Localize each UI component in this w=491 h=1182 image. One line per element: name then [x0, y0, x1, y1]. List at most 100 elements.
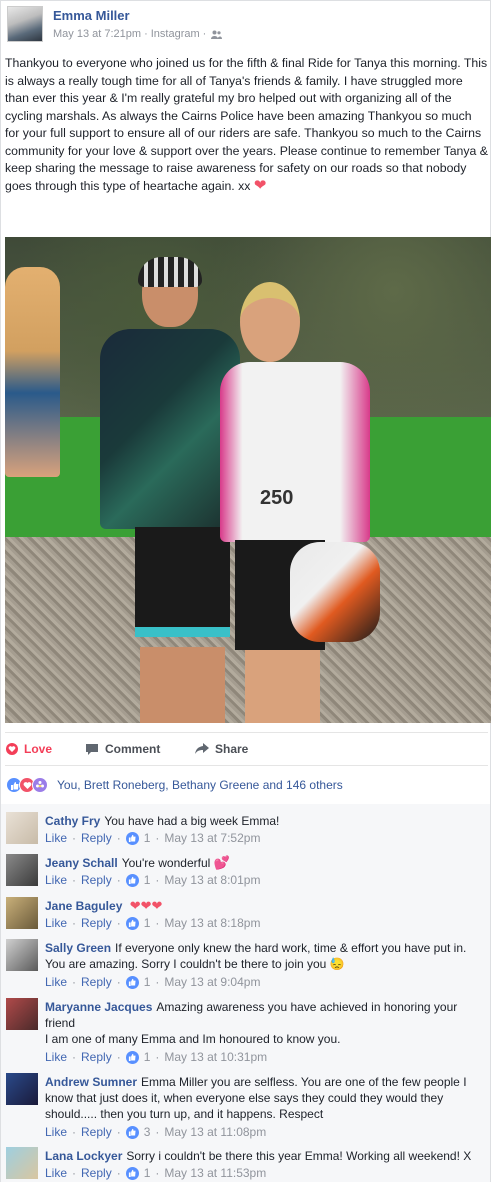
love-icon: [6, 743, 18, 755]
commenter-avatar[interactable]: [6, 939, 38, 971]
comment-reply-link[interactable]: Reply: [81, 831, 112, 845]
male-legs: [140, 647, 225, 723]
comment-item: Andrew Sumner Emma Miller you are selfles…: [1, 1071, 490, 1143]
meta-dot: ·: [155, 975, 160, 989]
comment-like-link[interactable]: Like: [45, 831, 67, 845]
reactions-text[interactable]: You, Brett Roneberg, Bethany Greene and …: [57, 778, 343, 792]
commenter-name[interactable]: Andrew Sumner: [45, 1075, 137, 1089]
two-hearts-emoji: 💕: [213, 855, 230, 870]
comment-button[interactable]: Comment: [85, 742, 491, 756]
comment-like-count[interactable]: 1: [144, 1050, 151, 1064]
commenter-name[interactable]: Jeany Schall: [45, 856, 118, 870]
comment-meta: Like · Reply · 1 · May 13 at 11:53pm: [45, 1166, 266, 1180]
meta-dot: ·: [72, 916, 77, 930]
comment-like-link[interactable]: Like: [45, 873, 67, 887]
comment-like-count[interactable]: 1: [144, 873, 151, 887]
comment-reply-link[interactable]: Reply: [81, 916, 112, 930]
like-count-icon: [125, 975, 139, 989]
commenter-avatar[interactable]: [6, 998, 38, 1030]
comment-time[interactable]: May 13 at 11:53pm: [164, 1166, 266, 1180]
commenter-avatar[interactable]: [6, 897, 38, 929]
comment-item: Cathy Fry You have had a big week Emma! L…: [1, 810, 490, 850]
post-source[interactable]: Instagram: [151, 28, 200, 40]
meta-dot: ·: [155, 831, 160, 845]
meta-dot: ·: [72, 831, 77, 845]
comment-time[interactable]: May 13 at 10:31pm: [164, 1050, 267, 1064]
comment-reply-link[interactable]: Reply: [81, 873, 112, 887]
comment-time[interactable]: May 13 at 7:52pm: [164, 831, 260, 845]
comment-item: Jane Baguley ❤❤❤ Like · Reply · 1 · May 13 …: [1, 895, 490, 935]
jersey-bib-number: 250: [260, 487, 294, 509]
comment-reply-link[interactable]: Reply: [81, 1050, 112, 1064]
comment-like-link[interactable]: Like: [45, 1125, 67, 1139]
care-reaction-icon: [32, 777, 48, 793]
reactions-summary[interactable]: You, Brett Roneberg, Bethany Greene and …: [1, 766, 490, 804]
meta-dot: ·: [72, 975, 77, 989]
comment-text: You're wonderful: [121, 856, 211, 870]
comment-body: Sally Green If everyone only knew the har…: [45, 940, 485, 972]
comment-text: You have had a big week Emma!: [104, 814, 280, 828]
comment-body: Maryanne Jacques Amazing awareness you ha…: [45, 999, 485, 1047]
comment-like-count[interactable]: 1: [144, 975, 151, 989]
commenter-avatar[interactable]: [6, 1073, 38, 1105]
comment-time[interactable]: May 13 at 8:18pm: [164, 916, 260, 930]
comments-section: Cathy Fry You have had a big week Emma! L…: [1, 804, 490, 1182]
comment-body: Jeany Schall You're wonderful 💕: [45, 855, 485, 871]
commenter-avatar[interactable]: [6, 1147, 38, 1179]
comment-body: Lana Lockyer Sorry i couldn't be there th…: [45, 1148, 485, 1164]
like-count-icon: [125, 831, 139, 845]
post-timestamp[interactable]: May 13 at 7:21pm: [53, 28, 141, 40]
commenter-name[interactable]: Maryanne Jacques: [45, 1000, 152, 1014]
meta-dot: ·: [155, 1166, 160, 1180]
comment-like-link[interactable]: Like: [45, 1166, 67, 1180]
post-header: Emma Miller May 13 at 7:21pm · Instagram…: [1, 1, 490, 49]
commenter-name[interactable]: Lana Lockyer: [45, 1149, 122, 1163]
rolled-jacket: [290, 542, 380, 642]
comment-like-link[interactable]: Like: [45, 975, 67, 989]
comment-body: Cathy Fry You have had a big week Emma!: [45, 813, 485, 829]
comment-like-count[interactable]: 1: [144, 916, 151, 930]
male-shorts: [135, 527, 230, 637]
comment-time[interactable]: May 13 at 11:08pm: [164, 1125, 266, 1139]
share-button[interactable]: Share: [195, 742, 248, 756]
comment-reply-link[interactable]: Reply: [81, 1166, 112, 1180]
commenter-name[interactable]: Cathy Fry: [45, 814, 100, 828]
post-meta: May 13 at 7:21pm · Instagram ·: [53, 28, 223, 40]
post-photo[interactable]: 250: [5, 237, 491, 723]
post-actions-bar: Love Comment Share: [1, 738, 490, 764]
comment-meta: Like · Reply · 1 · May 13 at 8:18pm: [45, 916, 260, 930]
photo-bystander: [5, 267, 60, 477]
photo-female-cyclist: 250: [220, 282, 380, 723]
female-jersey: 250: [220, 362, 370, 542]
commenter-avatar[interactable]: [6, 854, 38, 886]
comment-time[interactable]: May 13 at 9:04pm: [164, 975, 260, 989]
commenter-name[interactable]: Sally Green: [45, 941, 111, 955]
author-avatar[interactable]: [7, 6, 43, 42]
comment-like-link[interactable]: Like: [45, 916, 67, 930]
like-count-icon: [125, 1125, 139, 1139]
comment-label: Comment: [105, 742, 161, 756]
love-button[interactable]: Love: [6, 742, 52, 756]
meta-separator: ·: [202, 28, 207, 40]
meta-dot: ·: [72, 1050, 77, 1064]
comment-like-count[interactable]: 1: [144, 831, 151, 845]
comment-time[interactable]: May 13 at 8:01pm: [164, 873, 260, 887]
comment-body: Jane Baguley ❤❤❤: [45, 898, 485, 914]
commenter-name[interactable]: Jane Baguley: [45, 899, 122, 913]
comment-reply-link[interactable]: Reply: [81, 1125, 112, 1139]
reaction-icons: [6, 777, 48, 793]
male-jersey: [100, 329, 240, 529]
meta-dot: ·: [155, 873, 160, 887]
comment-reply-link[interactable]: Reply: [81, 975, 112, 989]
meta-dot: ·: [116, 1050, 121, 1064]
comment-like-count[interactable]: 1: [144, 1166, 151, 1180]
author-name[interactable]: Emma Miller: [53, 8, 130, 23]
comment-meta: Like · Reply · 1 · May 13 at 7:52pm: [45, 831, 260, 845]
comment-like-count[interactable]: 3: [144, 1125, 151, 1139]
meta-dot: ·: [116, 873, 121, 887]
comment-like-link[interactable]: Like: [45, 1050, 67, 1064]
meta-dot: ·: [72, 1125, 77, 1139]
commenter-avatar[interactable]: [6, 812, 38, 844]
post-text-body: Thankyou to everyone who joined us for t…: [5, 56, 489, 193]
friends-icon[interactable]: [211, 30, 223, 39]
